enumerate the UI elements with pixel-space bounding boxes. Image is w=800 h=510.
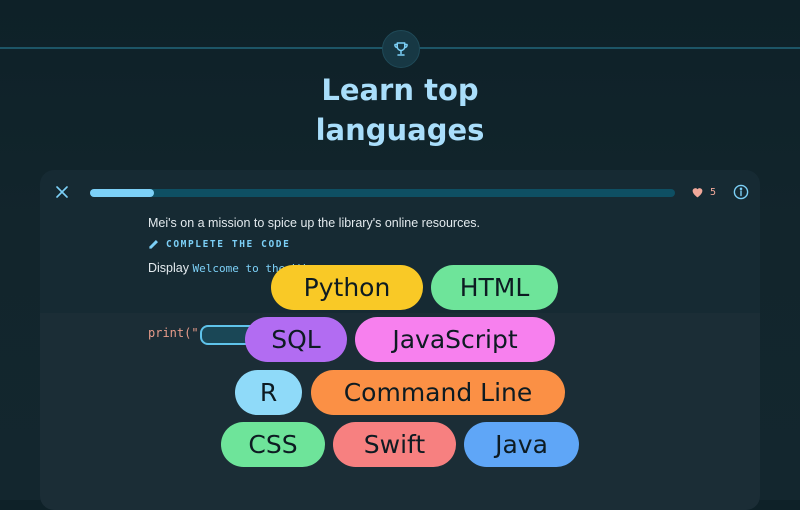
- language-pill-sql[interactable]: SQL: [245, 317, 347, 362]
- instruction-label: COMPLETE THE CODE: [166, 239, 291, 250]
- heart-icon: [692, 188, 703, 198]
- language-pill-swift[interactable]: Swift: [333, 422, 456, 467]
- language-pill-r[interactable]: R: [235, 370, 302, 415]
- task-prefix: Display: [148, 261, 193, 275]
- pencil-icon: [149, 240, 158, 249]
- hero-title: Learn top languages: [0, 70, 800, 150]
- lesson-progress-fill: [90, 189, 155, 197]
- language-pill-html[interactable]: HTML: [431, 265, 558, 310]
- language-pill-javascript[interactable]: JavaScript: [355, 317, 555, 362]
- language-pill-command-line[interactable]: Command Line: [311, 370, 565, 415]
- info-icon[interactable]: [733, 184, 749, 200]
- trophy-icon: [382, 30, 420, 68]
- hearts-counter: 5: [691, 186, 716, 198]
- language-pill-python[interactable]: Python: [271, 265, 423, 310]
- hero-title-line2: languages: [315, 113, 485, 147]
- instruction-header: COMPLETE THE CODE: [148, 239, 290, 250]
- hearts-count: 5: [710, 186, 717, 198]
- mission-text: Mei's on a mission to spice up the libra…: [148, 216, 481, 230]
- language-pill-css[interactable]: CSS: [221, 422, 325, 467]
- lesson-progress-bar: [90, 189, 675, 197]
- code-line: print(": [148, 326, 199, 340]
- language-pill-java[interactable]: Java: [464, 422, 579, 467]
- hero-title-line1: Learn top: [321, 73, 479, 107]
- close-icon[interactable]: [54, 184, 70, 200]
